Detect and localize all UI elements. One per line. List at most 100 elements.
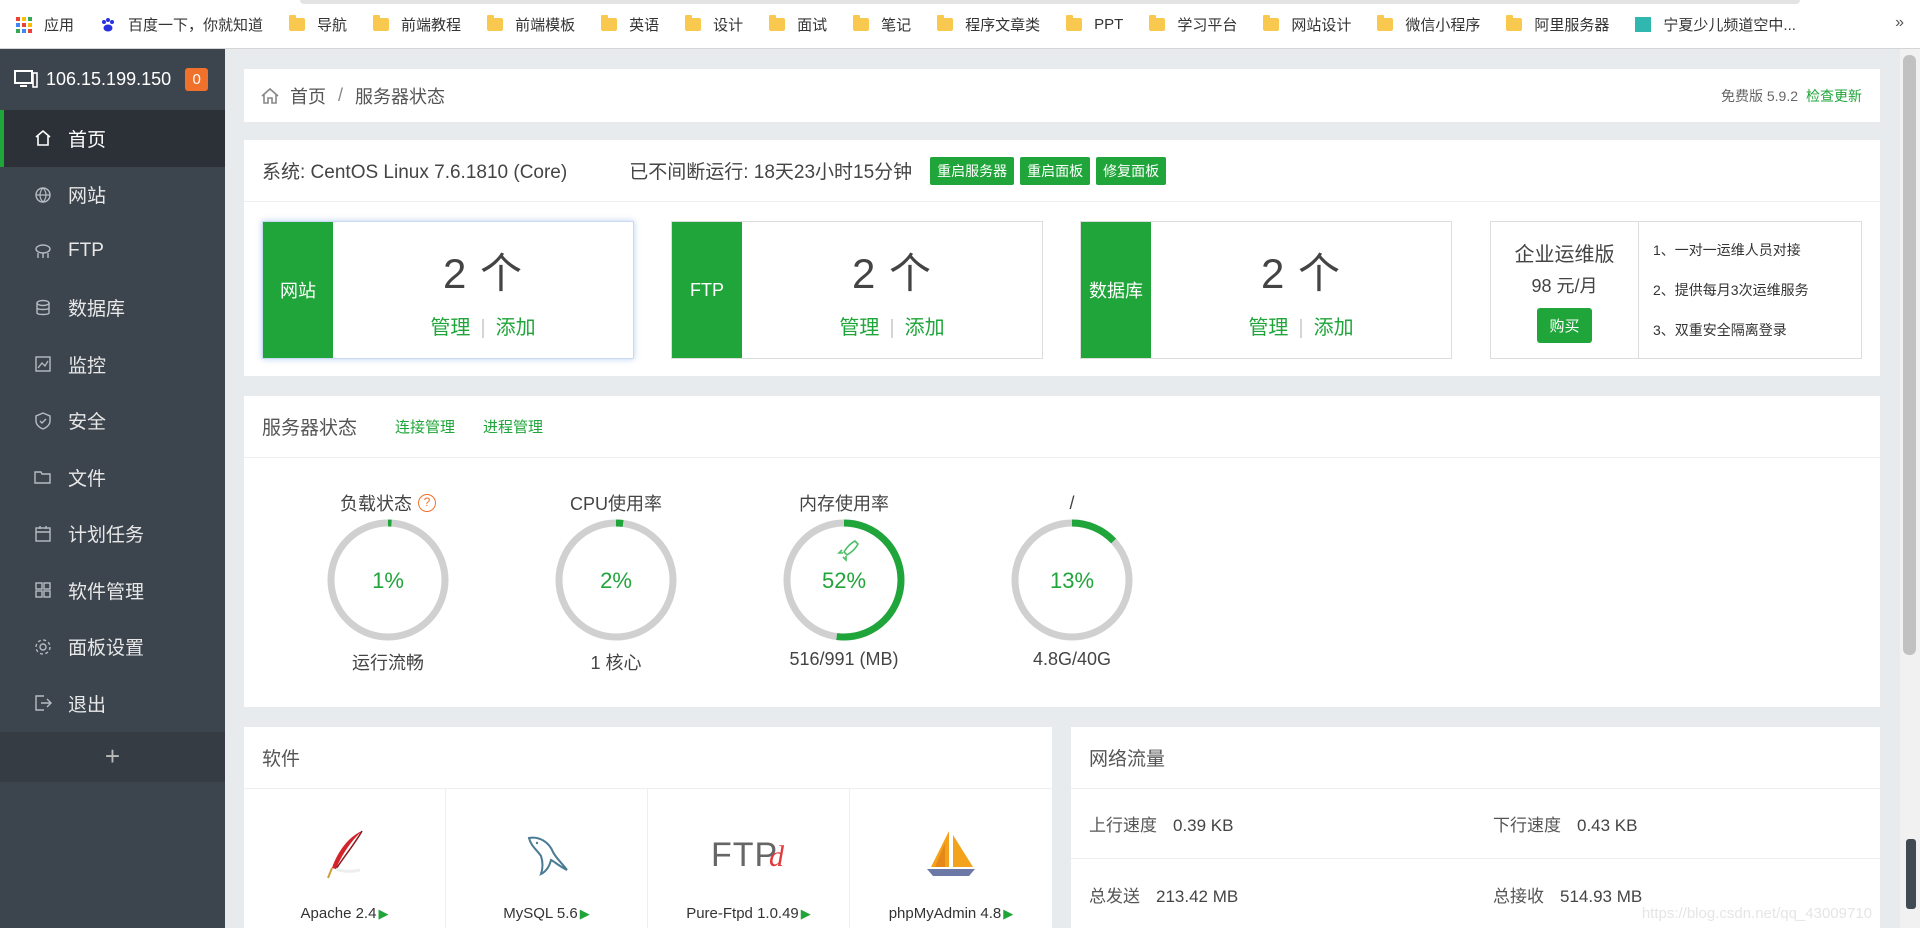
system-panel: 系统: CentOS Linux 7.6.1810 (Core) 已不间断运行:… (244, 140, 1880, 376)
ftp-manage-link[interactable]: 管理 (839, 317, 879, 339)
software-name: Pure-Ftpd 1.0.49 (686, 905, 799, 922)
home-icon[interactable] (260, 87, 280, 105)
bookmark-label: 笔记 (881, 16, 912, 34)
side-widget[interactable] (1906, 839, 1916, 909)
bookmark-item[interactable]: PPT (1066, 14, 1123, 33)
sidebar-item-label: 网站 (68, 186, 107, 208)
server-status-title: 服务器状态 (262, 418, 358, 439)
software-apache[interactable]: Apache 2.4 ▶ (244, 789, 446, 928)
gauge-label-text: CPU使用率 (569, 494, 662, 514)
bookmark-item[interactable]: 前端教程 (373, 14, 461, 35)
server-header: 106.15.199.150 0 (0, 49, 225, 110)
home-icon (34, 129, 52, 147)
site-manage-link[interactable]: 管理 (430, 317, 470, 339)
bookmark-item[interactable]: 前端模板 (487, 14, 575, 35)
site-add-link[interactable]: 添加 (496, 317, 536, 339)
bookmark-item[interactable]: 百度一下，你就知道 (100, 14, 263, 35)
play-icon[interactable]: ▶ (801, 906, 811, 921)
bookmark-label: 阿里服务器 (1534, 16, 1610, 34)
play-icon[interactable]: ▶ (1003, 906, 1013, 921)
bookmark-item[interactable]: 应用 (16, 14, 74, 35)
bookmark-item[interactable]: 英语 (601, 14, 659, 35)
bookmark-item[interactable]: 导航 (289, 14, 347, 35)
connection-manage-link[interactable]: 连接管理 (395, 416, 455, 437)
status-gauge[interactable]: CPU使用率 2% 1 核心 (526, 491, 706, 675)
status-gauge[interactable]: 内存使用率 52% 516/991 (MB) (754, 491, 934, 670)
database-add-link[interactable]: 添加 (1314, 317, 1354, 339)
bookmark-item[interactable]: 宁夏少儿频道空中... (1635, 14, 1796, 35)
link-separator: | (480, 317, 486, 339)
sidebar-item[interactable]: 退出 (0, 675, 225, 732)
restart-server-button[interactable]: 重启服务器 (930, 156, 1015, 185)
buy-button[interactable]: 购买 (1537, 307, 1592, 343)
help-icon[interactable]: ? (418, 494, 436, 512)
bookmark-item[interactable]: 网站设计 (1263, 14, 1351, 35)
breadcrumb-home[interactable]: 首页 (290, 83, 326, 109)
uptime-info: 已不间断运行: 18天23小时15分钟 (629, 162, 913, 183)
total-sent-value: 213.42 MB (1156, 886, 1239, 906)
bookmark-item[interactable]: 设计 (685, 14, 743, 35)
sidebar-item[interactable]: 数据库 (0, 280, 225, 337)
sidebar-item[interactable]: 首页 (0, 110, 225, 167)
sidebar-item[interactable]: 安全 (0, 393, 225, 450)
download-speed-label: 下行速度 (1493, 816, 1561, 835)
upload-speed-label: 上行速度 (1089, 816, 1157, 835)
sidebar-item-label: 面板设置 (68, 638, 145, 660)
status-gauge[interactable]: / 13% 4.8G/40G (982, 491, 1162, 670)
folder-icon (1506, 14, 1523, 31)
bookmark-item[interactable]: 程序文章类 (937, 14, 1040, 35)
software-phpmyadmin[interactable]: phpMyAdmin 4.8 ▶ (850, 789, 1052, 928)
repair-panel-button[interactable]: 修复面板 (1096, 156, 1167, 185)
folder-icon (373, 14, 390, 31)
bookmarks-overflow-button[interactable]: » (1895, 14, 1904, 32)
bookmark-item[interactable]: 阿里服务器 (1506, 14, 1609, 35)
monitor-icon (14, 69, 38, 88)
bookmark-item[interactable]: 笔记 (853, 14, 911, 35)
sidebar-item-label: 软件管理 (68, 581, 145, 603)
process-manage-link[interactable]: 进程管理 (483, 416, 543, 437)
database-icon (34, 299, 52, 317)
breadcrumb: 首页 / 服务器状态 免费版 5.9.2 检查更新 (244, 69, 1880, 122)
sidebar-item[interactable]: FTP (0, 223, 225, 280)
logout-icon (34, 694, 52, 712)
sidebar-item[interactable]: 监控 (0, 336, 225, 393)
sidebar-item-label: 退出 (68, 694, 107, 716)
site-count: 2 个 (442, 250, 524, 297)
gauge-value: 1% (372, 568, 404, 593)
check-update-link[interactable]: 检查更新 (1806, 88, 1862, 104)
server-status-header: 服务器状态 连接管理 进程管理 (244, 396, 1880, 458)
bookmark-item[interactable]: 面试 (769, 14, 827, 35)
enterprise-feature: 3、双重安全隔离登录 (1653, 322, 1787, 338)
sidebar-item[interactable]: 面板设置 (0, 619, 225, 676)
sidebar-item[interactable]: 计划任务 (0, 506, 225, 563)
restart-panel-button[interactable]: 重启面板 (1020, 156, 1091, 185)
message-badge[interactable]: 0 (185, 68, 209, 91)
bookmark-item[interactable]: 微信小程序 (1377, 14, 1480, 35)
bookmark-label: 前端教程 (401, 16, 462, 34)
sidebar-item[interactable]: 网站 (0, 167, 225, 224)
folder-icon (685, 14, 702, 31)
page-scrollbar[interactable] (1900, 49, 1920, 928)
enterprise-feature: 1、一对一运维人员对接 (1653, 242, 1801, 258)
add-shortcut-button[interactable]: + (0, 731, 225, 782)
database-manage-link[interactable]: 管理 (1248, 317, 1288, 339)
sidebar-item[interactable]: 软件管理 (0, 562, 225, 619)
play-icon[interactable]: ▶ (378, 906, 388, 921)
bookmark-label: 面试 (797, 16, 828, 34)
ftp-add-link[interactable]: 添加 (905, 317, 945, 339)
software-mysql[interactable]: MySQL 5.6 ▶ (446, 789, 648, 928)
database-count: 2 个 (1260, 250, 1342, 297)
gauge-ring: 13% (1011, 519, 1133, 641)
bookmark-item[interactable]: 学习平台 (1149, 14, 1237, 35)
status-gauge[interactable]: 负载状态? 1% 运行流畅 (298, 491, 478, 675)
folder-icon (1066, 14, 1083, 31)
sidebar-item-label: FTP (68, 240, 104, 262)
scrollbar-thumb[interactable] (1903, 55, 1916, 655)
sidebar-item-label: 安全 (68, 412, 107, 434)
sidebar-item[interactable]: 文件 (0, 449, 225, 506)
gauge-label-text: / (1069, 492, 1075, 513)
play-icon[interactable]: ▶ (580, 906, 590, 921)
software-pure-ftpd[interactable]: FTP d Pure-Ftpd 1.0.49 ▶ (648, 789, 850, 928)
enterprise-promo: 企业运维版 98 元/月 购买 1、一对一运维人员对接 2、提供每月3次运维服务… (1490, 221, 1862, 359)
bookmark-label: 网站设计 (1291, 16, 1352, 34)
